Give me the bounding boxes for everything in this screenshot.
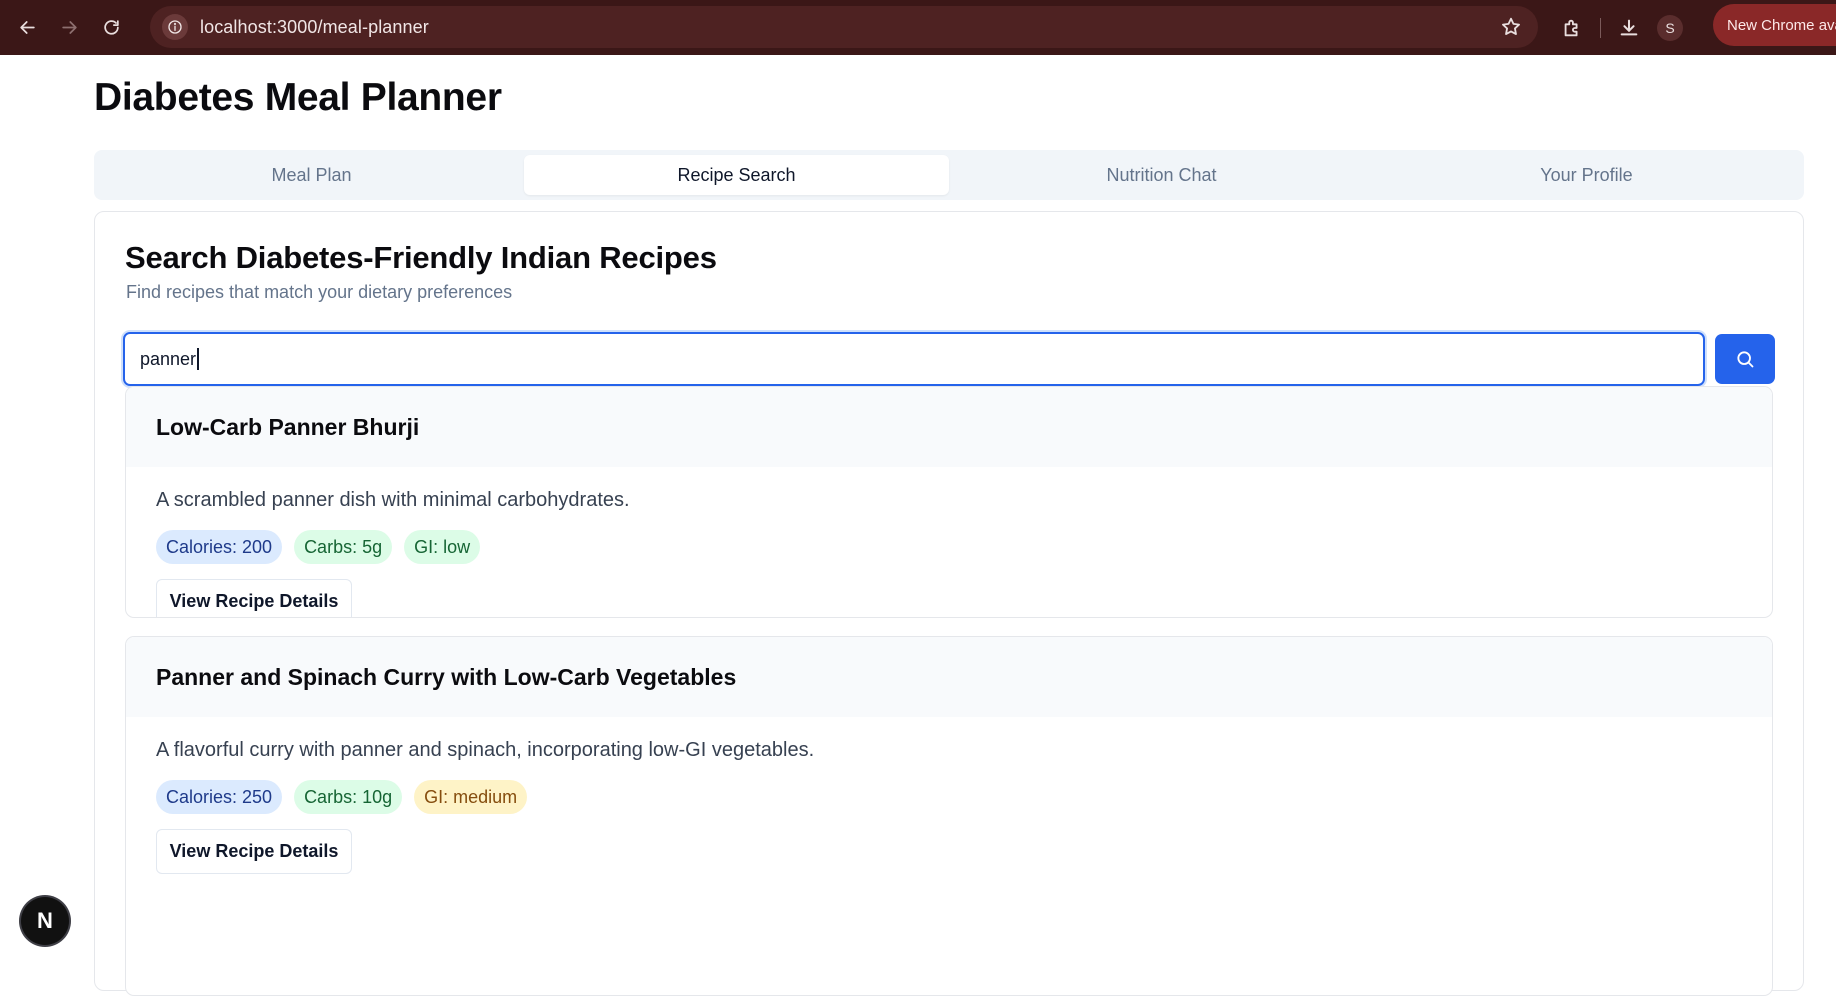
- site-info-icon: [168, 20, 182, 34]
- view-recipe-details-button[interactable]: View Recipe Details: [156, 829, 352, 874]
- gi-badge: GI: medium: [414, 780, 528, 814]
- download-icon: [1620, 19, 1638, 35]
- search-input[interactable]: panner: [123, 332, 1705, 386]
- card-title: Search Diabetes-Friendly Indian Recipes: [125, 240, 717, 275]
- reload-icon: [103, 20, 119, 35]
- back-icon: [19, 21, 35, 34]
- text-caret: [197, 348, 199, 370]
- profile-avatar[interactable]: S: [1657, 14, 1683, 41]
- chrome-update-button[interactable]: New Chrome ava: [1713, 4, 1836, 46]
- tab-your-profile[interactable]: Your Profile: [1374, 155, 1799, 195]
- address-bar[interactable]: localhost:3000/meal-planner: [150, 6, 1538, 48]
- toolbar-actions: S: [1552, 0, 1683, 55]
- recipe-description: A flavorful curry with panner and spinac…: [156, 739, 815, 761]
- search-button[interactable]: [1715, 334, 1775, 384]
- view-recipe-details-button[interactable]: View Recipe Details: [156, 579, 352, 617]
- recipe-search-card: Search Diabetes-Friendly Indian Recipes …: [94, 211, 1804, 996]
- card-subtitle: Find recipes that match your dietary pre…: [126, 282, 513, 302]
- tab-bar: Meal Plan Recipe Search Nutrition Chat Y…: [94, 150, 1804, 200]
- recipe-card: Low-Carb Panner Bhurji A scrambled panne…: [125, 386, 1773, 618]
- toolbar-divider: [1600, 17, 1601, 38]
- search-query: panner: [140, 348, 197, 369]
- page-title: Diabetes Meal Planner: [94, 76, 502, 119]
- gi-badge: GI: low: [404, 530, 481, 564]
- search-icon: [1737, 351, 1754, 368]
- extensions-icon: [1564, 19, 1578, 36]
- nutrition-badges: Calories: 250 Carbs: 10g GI: medium: [156, 780, 1772, 814]
- downloads-button[interactable]: [1609, 8, 1649, 48]
- browser-toolbar: localhost:3000/meal-planner S New Chrome…: [0, 0, 1836, 55]
- forward-button[interactable]: [54, 13, 84, 43]
- bookmark-star-icon[interactable]: [1500, 16, 1522, 38]
- reload-button[interactable]: [96, 13, 126, 43]
- extensions-button[interactable]: [1552, 8, 1592, 48]
- calories-badge: Calories: 250: [156, 780, 283, 814]
- forward-icon: [61, 21, 77, 34]
- back-button[interactable]: [12, 13, 42, 43]
- nextjs-dev-badge[interactable]: N: [21, 897, 69, 945]
- tab-recipe-search[interactable]: Recipe Search: [524, 155, 949, 195]
- carbs-badge: Carbs: 5g: [294, 530, 393, 564]
- url-text[interactable]: localhost:3000/meal-planner: [200, 17, 429, 38]
- calories-badge: Calories: 200: [156, 530, 283, 564]
- nutrition-badges: Calories: 200 Carbs: 5g GI: low: [156, 530, 1772, 564]
- carbs-badge: Carbs: 10g: [294, 780, 403, 814]
- recipe-card: Panner and Spinach Curry with Low-Carb V…: [125, 636, 1773, 996]
- site-info-button[interactable]: [162, 14, 188, 40]
- recipe-name: Panner and Spinach Curry with Low-Carb V…: [126, 637, 1772, 717]
- tab-meal-plan[interactable]: Meal Plan: [99, 155, 524, 195]
- recipe-name: Low-Carb Panner Bhurji: [126, 387, 1772, 467]
- tab-nutrition-chat[interactable]: Nutrition Chat: [949, 155, 1374, 195]
- recipe-description: A scrambled panner dish with minimal car…: [156, 489, 630, 511]
